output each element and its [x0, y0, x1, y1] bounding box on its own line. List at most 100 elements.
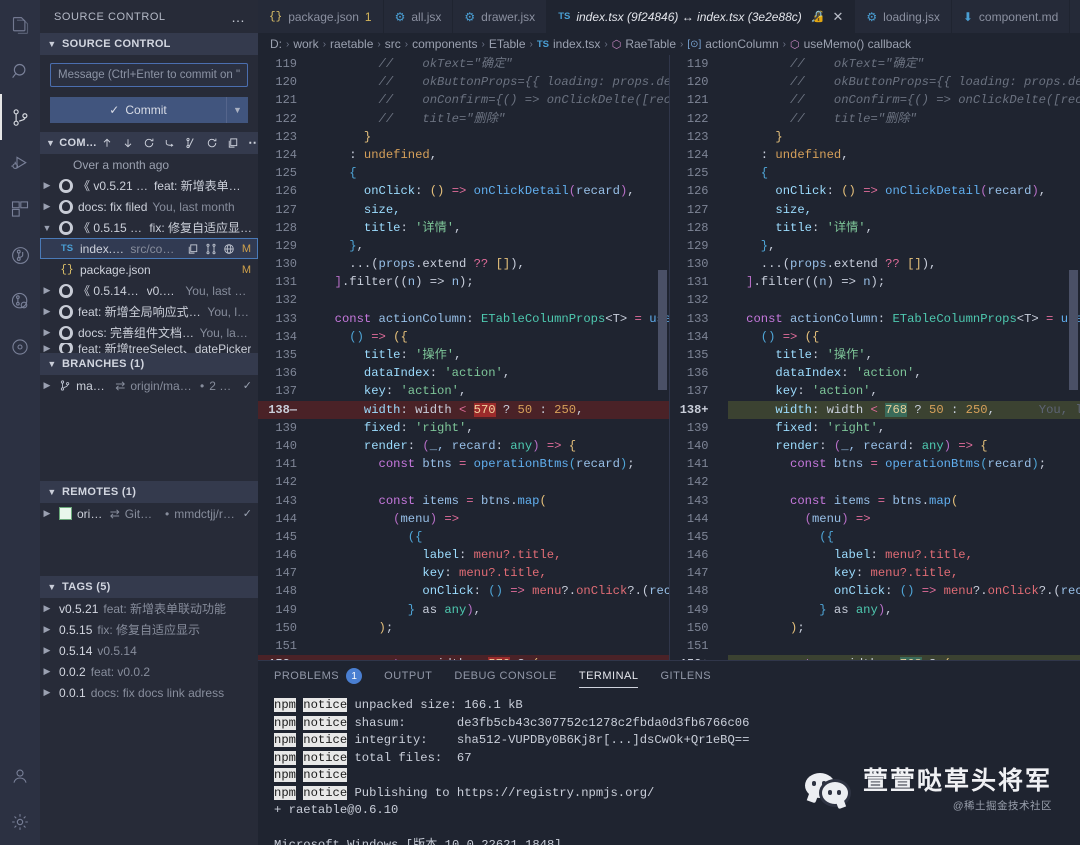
account-icon[interactable] [0, 753, 40, 799]
code-line[interactable]: 119 // okText="确定" [670, 55, 1080, 73]
commit-row-clipped[interactable]: ▶ feat: 新增treeSelect、datePicker [40, 343, 258, 353]
code-line[interactable]: 131 ].filter((n) => n); [258, 273, 669, 291]
chevron-right-icon[interactable]: ▶ [40, 603, 54, 614]
editor-tab-index-tsx[interactable]: TS index.tsx (9f24846) ↔ index.tsx (3e2e8… [547, 0, 856, 33]
code-line-added[interactable]: 138+ width: width < 768 ? 50 : 250, You,… [670, 400, 1080, 419]
code-line[interactable]: 149 } as any), [258, 601, 669, 619]
code-line[interactable]: 131 ].filter((n) => n); [670, 273, 1080, 291]
branch-row-master[interactable]: ▶ master ⇄ origin/master • 2 w… ✓ [40, 375, 258, 396]
code-line[interactable]: 133 const actionColumn: ETableColumnProp… [670, 310, 1080, 328]
code-line[interactable]: 122 // title="删除" [258, 110, 669, 128]
code-line-added[interactable]: 152+ return width < 768 ? ( [670, 655, 1080, 660]
editor-tab-all-jsx[interactable]: ⚙ all.jsx [383, 0, 454, 33]
code-line[interactable]: 137 key: 'action', [258, 382, 669, 400]
commit-row[interactable]: ▶ 《 0.5.14 》➤ v0.5.14 You, last mo… [40, 280, 258, 301]
code-line[interactable]: 141 const btns = operationBtms(recard); [258, 455, 669, 473]
breadcrumb-item[interactable]: ETable [489, 37, 526, 51]
breadcrumb-item[interactable]: src [385, 37, 401, 51]
code-line[interactable]: 121 // onConfirm={() => onClickDelte([re… [670, 91, 1080, 109]
search-icon[interactable] [0, 48, 40, 94]
code-line[interactable]: 132 [258, 291, 669, 309]
commit-button[interactable]: ✓ Commit [50, 97, 226, 123]
panel-tab-output[interactable]: OUTPUT [384, 661, 432, 691]
changed-file-row-package-json[interactable]: {} package.json M [40, 259, 258, 280]
close-icon[interactable]: ✕ [832, 9, 843, 25]
code-line[interactable]: 148 onClick: () => menu?.onClick?.(recar… [258, 582, 668, 600]
code-line[interactable]: 149 } as any), [670, 601, 1080, 619]
sidebar-more-dots-icon[interactable]: … [231, 9, 252, 25]
code-line[interactable]: 144 (menu) => [258, 510, 669, 528]
code-line[interactable]: 142 [258, 473, 669, 491]
breadcrumb-item[interactable]: D: [270, 37, 282, 51]
chevron-right-icon[interactable]: ▶ [40, 327, 54, 338]
compare-changes-icon[interactable] [205, 243, 217, 255]
chevron-right-icon[interactable]: ▶ [40, 306, 54, 317]
terminal-output[interactable]: npm notice unpacked size: 166.1 kB npm no… [258, 691, 1080, 845]
code-line[interactable]: 140 render: (_, recard: any) => { [258, 437, 669, 455]
editor-scrollbar[interactable] [657, 270, 667, 390]
section-header-branches[interactable]: ▼ BRANCHES (1) [40, 353, 258, 375]
breadcrumb-item[interactable]: components [412, 37, 477, 51]
editor-tab-package-json[interactable]: {} package.json 1 [258, 0, 384, 33]
commit-row[interactable]: ▶ docs: fix filed You, last month [40, 196, 258, 217]
code-line[interactable]: 147 key: menu?.title, [258, 564, 669, 582]
code-line[interactable]: 145 ({ [258, 528, 669, 546]
breadcrumb-item[interactable]: RaeTable [625, 37, 676, 51]
code-line[interactable]: 120 // okButtonProps={{ loading: props.d… [670, 73, 1080, 91]
code-line-removed[interactable]: 152— return width < 570 ? ( [258, 655, 669, 660]
tag-row[interactable]: ▶ 0.0.2 feat: v0.0.2 [40, 661, 258, 682]
changed-file-row-index-tsx[interactable]: TS index.tsx src/com… M [40, 238, 258, 259]
code-line[interactable]: 136 dataIndex: 'action', [258, 364, 669, 382]
code-line[interactable]: 144 (menu) => [670, 510, 1080, 528]
run-debug-icon[interactable] [0, 140, 40, 186]
commit-row[interactable]: ▶ 《 v0.5.21 》➤ feat: 新增表单联动… [40, 175, 258, 196]
code-line[interactable]: 146 label: menu?.title, [670, 546, 1080, 564]
code-line[interactable]: 147 key: menu?.title, [670, 564, 1080, 582]
gitlens-inspect-icon[interactable] [0, 278, 40, 324]
code-line[interactable]: 136 dataIndex: 'action', [670, 364, 1080, 382]
code-line[interactable]: 150 ); [258, 619, 669, 637]
code-line[interactable]: 122 // title="删除" [670, 110, 1080, 128]
code-line[interactable]: 128 title: '详情', [670, 219, 1080, 237]
code-line[interactable]: 125 { [258, 164, 669, 182]
code-line[interactable]: 129 }, [670, 237, 1080, 255]
code-line[interactable]: 139 fixed: 'right', [258, 419, 669, 437]
commit-dropdown-button[interactable]: ▼ [226, 97, 248, 123]
section-header-source-control[interactable]: ▼ SOURCE CONTROL [40, 33, 258, 55]
code-line[interactable]: 150 ); [670, 619, 1080, 637]
remote-row-origin[interactable]: ▶ origin ⇄ GitHub • mmdctjj/ra… ✓ [40, 503, 258, 524]
chevron-right-icon[interactable]: ▶ [40, 666, 54, 677]
editor-scrollbar[interactable] [1069, 270, 1078, 390]
code-line[interactable]: 125 { [670, 164, 1080, 182]
code-line-removed[interactable]: 138— width: width < 570 ? 50 : 250, [258, 400, 669, 419]
stash-icon[interactable] [185, 137, 197, 149]
sync-refresh-icon[interactable] [143, 137, 155, 149]
remote-explorer-icon[interactable] [0, 324, 40, 370]
code-line[interactable]: 120 // okButtonProps={{ loading: props.d… [258, 73, 668, 91]
gitlens-icon[interactable] [0, 232, 40, 278]
code-line[interactable]: 128 title: '详情', [258, 219, 669, 237]
chevron-right-icon[interactable]: ▶ [40, 285, 54, 296]
editor-tab-drawer-jsx[interactable]: ⚙ drawer.jsx [453, 0, 548, 33]
extensions-icon[interactable] [0, 186, 40, 232]
section-header-commits[interactable]: ▼ COM… ⋯ [40, 132, 261, 154]
code-line[interactable]: 135 title: '操作', [670, 346, 1080, 364]
code-line[interactable]: 134 () => ({ [670, 328, 1080, 346]
code-line[interactable]: 143 const items = btns.map( [670, 492, 1080, 510]
lock-icon[interactable]: 🔏 [811, 10, 825, 23]
tag-row[interactable]: ▶ 0.5.14 v0.5.14 [40, 640, 258, 661]
code-line[interactable]: 141 const btns = operationBtms(recard); [670, 455, 1080, 473]
chevron-right-icon[interactable]: ▶ [40, 624, 54, 635]
code-line[interactable]: 132 [670, 291, 1080, 309]
tag-row[interactable]: ▶ 0.0.1 docs: fix docs link adress [40, 682, 258, 703]
code-line[interactable]: 123 } [670, 128, 1080, 146]
editor-tab-loading-jsx[interactable]: ⚙ loading.jsx [855, 0, 952, 33]
source-control-icon[interactable] [0, 94, 40, 140]
panel-tab-gitlens[interactable]: GITLENS [660, 661, 711, 691]
code-line[interactable]: 140 render: (_, recard: any) => { [670, 437, 1080, 455]
copy-icon[interactable] [227, 137, 239, 149]
code-line[interactable]: 130 ...(props.extend ?? []), [670, 255, 1080, 273]
chevron-right-icon[interactable]: ▶ [40, 180, 54, 191]
panel-tab-debug-console[interactable]: DEBUG CONSOLE [454, 661, 556, 691]
refresh-icon[interactable] [206, 137, 218, 149]
